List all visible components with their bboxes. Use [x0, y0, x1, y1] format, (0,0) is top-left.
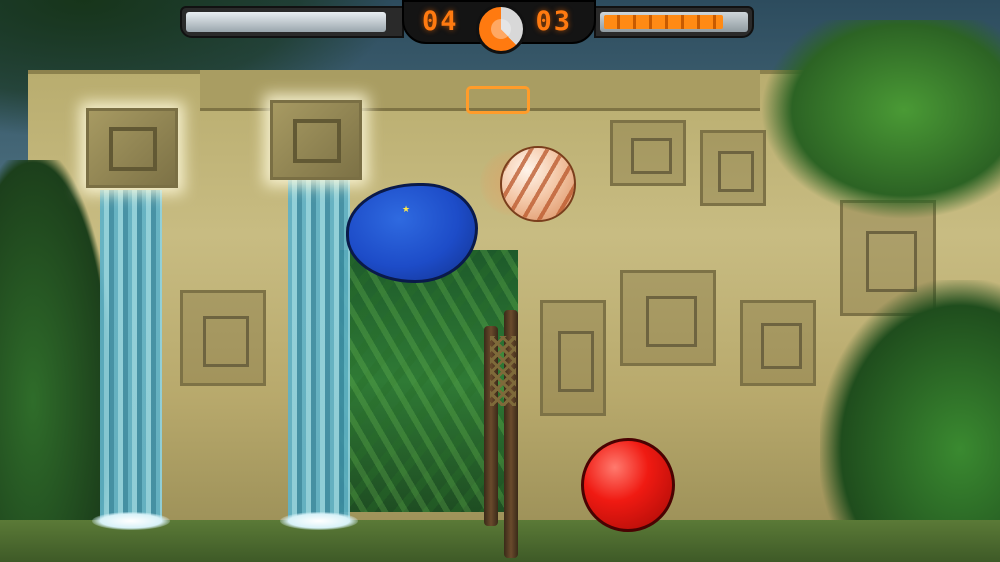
glowing-stone-block-left	[86, 108, 178, 188]
score-right: 03	[535, 6, 572, 37]
crate-outline-icon	[466, 86, 530, 114]
temple-carving	[540, 300, 606, 416]
waterfall-right	[288, 175, 350, 522]
score-hud: 04 03	[180, 0, 754, 54]
waterfall-splash-right	[280, 512, 358, 530]
jungle-foliage-left	[0, 160, 110, 562]
red-player-ball	[581, 438, 675, 532]
jungle-foliage-top-right	[760, 20, 1000, 220]
temple-carving	[700, 130, 766, 206]
volleyball	[500, 146, 576, 222]
left-power-meter	[180, 6, 404, 38]
temple-carving	[610, 120, 686, 186]
temple-carving	[180, 290, 266, 386]
player-star-marker: ★	[402, 205, 411, 215]
waterfall-left	[100, 190, 162, 522]
temple-carving	[740, 300, 816, 386]
score-left: 04	[422, 6, 459, 37]
timer-dial-icon	[476, 4, 526, 54]
right-power-meter-track	[600, 12, 748, 32]
temple-carving	[620, 270, 716, 366]
right-power-meter	[594, 6, 754, 38]
game-scene: ★	[0, 0, 1000, 562]
volleyball-net	[490, 336, 516, 406]
left-power-meter-fill	[186, 12, 386, 32]
right-power-meter-fill	[604, 15, 723, 29]
waterfall-splash-left	[92, 512, 170, 530]
blue-player-blob: ★	[346, 183, 478, 283]
glowing-stone-block-right	[270, 100, 362, 180]
score-panel: 04 03	[402, 0, 596, 54]
